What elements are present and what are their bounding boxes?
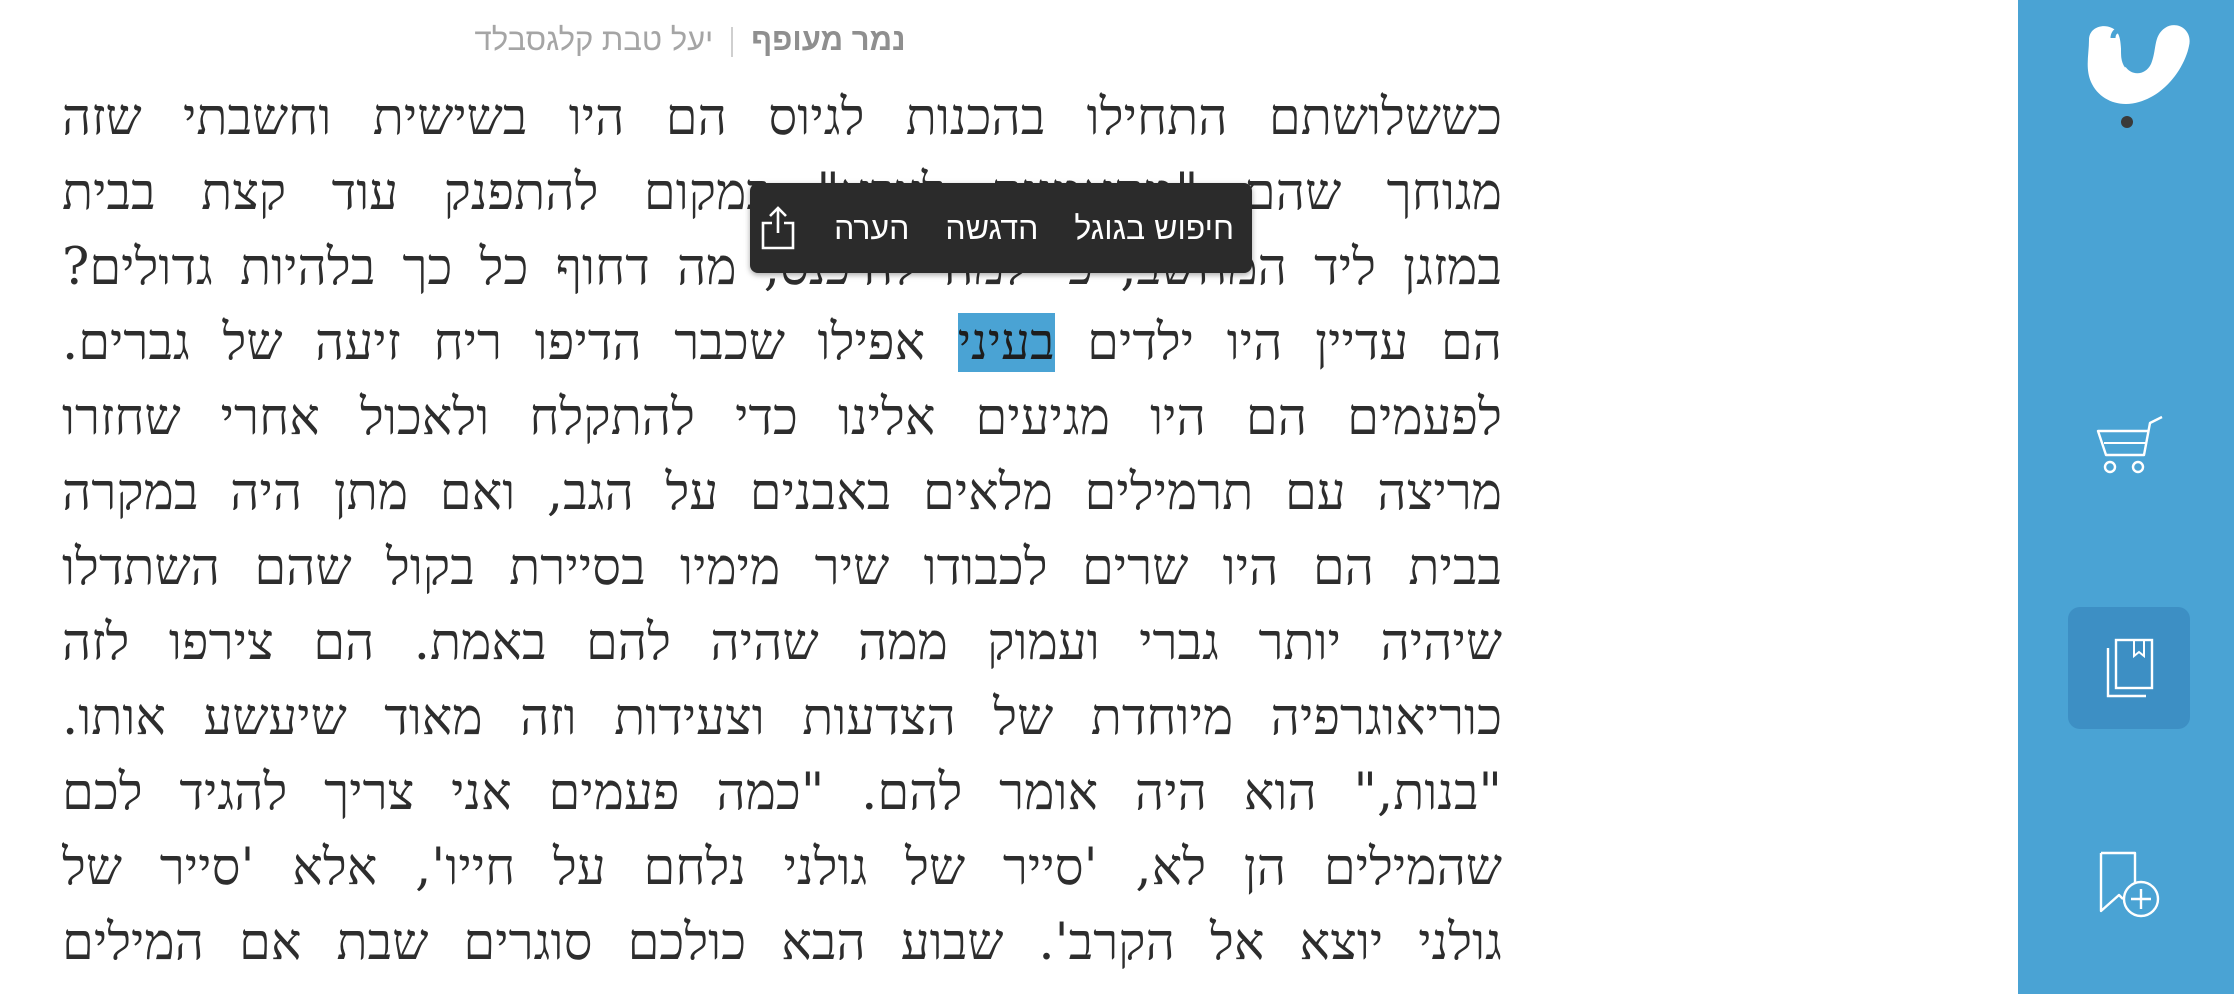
text-line[interactable]: כששלושתם התחילו בהכנות לגיוס הם היו בשיש… <box>62 80 1502 155</box>
note-button[interactable]: הערה <box>816 210 927 247</box>
book-author: יעל טבת קלגסבלד <box>474 22 714 57</box>
text-line[interactable]: שיהיה יותר גברי ועמוק ממה שהיה להם באמת.… <box>62 605 1502 680</box>
add-bookmark-icon <box>2099 851 2160 918</box>
library-button[interactable] <box>2068 607 2190 729</box>
text-line[interactable]: מריצה עם תרמילים מלאים באבנים על הגב, וא… <box>62 455 1502 530</box>
cart-button[interactable] <box>2068 400 2188 490</box>
share-button[interactable] <box>736 205 816 251</box>
text-after-selection[interactable]: אפילו שכבר הדיפו ריח זיעה של גברים. <box>62 313 958 372</box>
text-line[interactable]: כוריאוגרפיה מיוחדת של הצדעות וצעידות וזה… <box>62 680 1502 755</box>
share-icon <box>761 206 795 250</box>
text-line[interactable]: "בנות," הוא היה אומר להם. "כמה פעמים אני… <box>62 755 1502 830</box>
header-divider <box>731 26 734 57</box>
text-line-selected[interactable]: הם עדיין היו ילדים בעיני אפילו שכבר הדיפ… <box>62 305 1502 380</box>
text-line[interactable]: בבית הם היו שרים לכבודו שיר מימיו בסיירת… <box>62 530 1502 605</box>
steimatzky-logo-icon <box>2087 24 2190 128</box>
text-before-selection[interactable]: הם עדיין היו ילדים <box>1055 313 1502 372</box>
selection-popup: חיפוש בגוגל הדגשה הערה <box>750 183 1252 273</box>
library-icon <box>2106 638 2154 698</box>
text-line[interactable]: לפעמים הם היו מגיעים אלינו כדי להתקלח ול… <box>62 380 1502 455</box>
book-header: נמר מעופף יעל טבת קלגסבלד <box>0 22 1380 58</box>
text-line[interactable]: שהמילים הן לא, 'סייר של גולני נלחם על חי… <box>62 830 1502 905</box>
book-title: נמר מעופף <box>751 22 906 57</box>
add-bookmark-button[interactable] <box>2068 840 2188 930</box>
cart-icon <box>2096 415 2163 474</box>
highlight-button[interactable]: הדגשה <box>927 210 1056 247</box>
reader-area: נמר מעופף יעל טבת קלגסבלד כששלושתם התחילו… <box>0 0 2018 994</box>
sidebar <box>2018 0 2234 994</box>
selected-word[interactable]: בעיני <box>957 313 1055 372</box>
text-line[interactable]: גולני יוצא אל הקרב'. שבוע הבא כולכם סוגר… <box>62 905 1502 980</box>
google-search-button[interactable]: חיפוש בגוגל <box>1056 210 1252 247</box>
logo-button[interactable] <box>2078 18 2198 133</box>
